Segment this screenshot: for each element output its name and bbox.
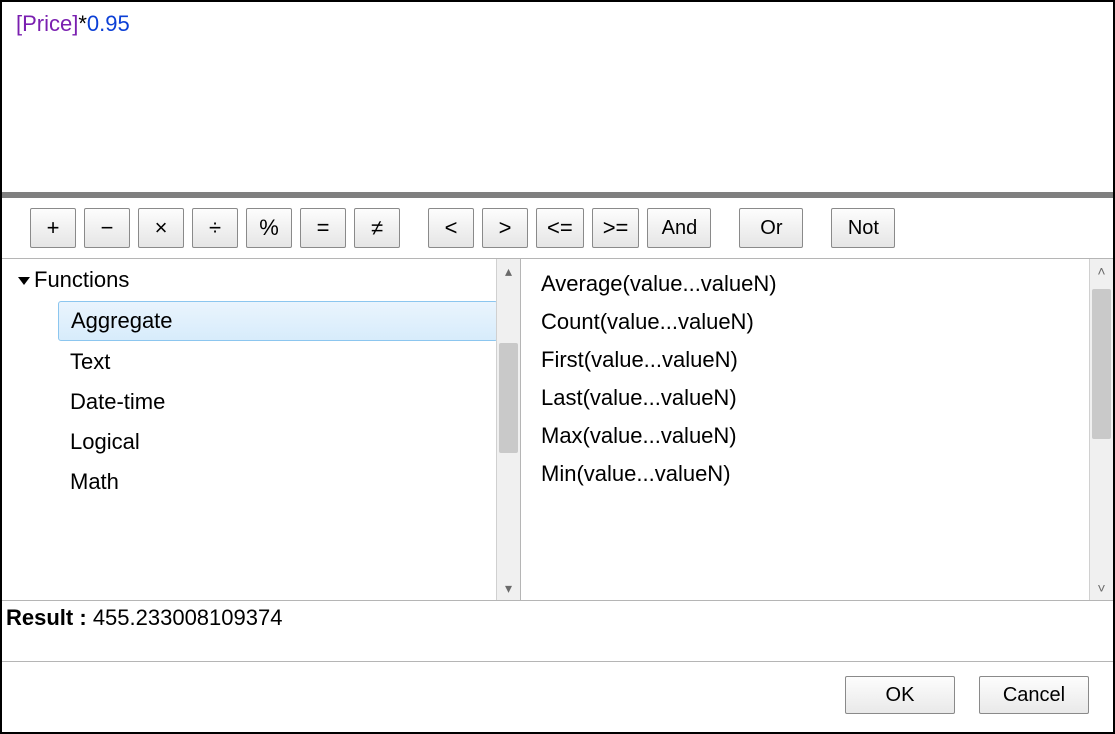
list-item[interactable]: Min(value...valueN) (537, 455, 1113, 493)
tree-item-math[interactable]: Math (58, 463, 498, 501)
category-tree[interactable]: Functions Aggregate Text Date-time Logic… (2, 259, 520, 600)
expression-editor-dialog: [Price]*0.95 + − × ÷ % = ≠ < > <= >= And… (0, 0, 1115, 734)
op-or-button[interactable]: Or (739, 208, 803, 248)
scroll-track[interactable] (1090, 283, 1113, 576)
scroll-thumb[interactable] (1092, 289, 1111, 439)
tree-root-functions[interactable]: Functions (18, 265, 520, 295)
expression-token-field: [Price] (16, 11, 78, 36)
cancel-button[interactable]: Cancel (979, 676, 1089, 714)
expression-input[interactable]: [Price]*0.95 (2, 2, 1113, 192)
list-item[interactable]: Last(value...valueN) (537, 379, 1113, 417)
tree-item-text[interactable]: Text (58, 343, 498, 381)
scroll-up-icon[interactable]: ˄ (1090, 259, 1113, 283)
op-minus-button[interactable]: − (84, 208, 130, 248)
list-item[interactable]: Count(value...valueN) (537, 303, 1113, 341)
scroll-down-icon[interactable]: ˅ (1090, 576, 1113, 600)
category-scrollbar[interactable]: ▴ ▾ (496, 259, 520, 600)
caret-down-icon (18, 277, 30, 285)
op-greater-equal-button[interactable]: >= (592, 208, 640, 248)
tree-item-aggregate[interactable]: Aggregate (58, 301, 498, 341)
tree-item-date-time[interactable]: Date-time (58, 383, 498, 421)
op-less-button[interactable]: < (428, 208, 474, 248)
result-value: 455.233008109374 (93, 605, 283, 630)
scroll-down-icon[interactable]: ▾ (497, 576, 520, 600)
category-tree-pane: Functions Aggregate Text Date-time Logic… (2, 259, 521, 600)
result-label: Result : (6, 605, 87, 630)
op-modulo-button[interactable]: % (246, 208, 292, 248)
op-divide-button[interactable]: ÷ (192, 208, 238, 248)
function-list-pane: Average(value...valueN) Count(value...va… (521, 259, 1113, 600)
function-list[interactable]: Average(value...valueN) Count(value...va… (521, 259, 1113, 600)
expression-token-operator: * (78, 11, 87, 36)
op-plus-button[interactable]: + (30, 208, 76, 248)
tree-item-logical[interactable]: Logical (58, 423, 498, 461)
ok-button[interactable]: OK (845, 676, 955, 714)
op-equal-button[interactable]: = (300, 208, 346, 248)
result-row: Result : 455.233008109374 (2, 600, 1113, 661)
list-item[interactable]: Max(value...valueN) (537, 417, 1113, 455)
tree-children: Aggregate Text Date-time Logical Math (18, 295, 520, 501)
op-not-equal-button[interactable]: ≠ (354, 208, 400, 248)
list-item[interactable]: Average(value...valueN) (537, 265, 1113, 303)
op-greater-button[interactable]: > (482, 208, 528, 248)
op-less-equal-button[interactable]: <= (536, 208, 584, 248)
scroll-up-icon[interactable]: ▴ (497, 259, 520, 283)
operator-toolbar: + − × ÷ % = ≠ < > <= >= And Or Not (2, 198, 1113, 258)
op-and-button[interactable]: And (647, 208, 711, 248)
scroll-thumb[interactable] (499, 343, 518, 453)
scroll-track[interactable] (497, 283, 520, 576)
function-scrollbar[interactable]: ˄ ˅ (1089, 259, 1113, 600)
dialog-footer: OK Cancel (2, 661, 1113, 732)
panes: Functions Aggregate Text Date-time Logic… (2, 258, 1113, 600)
op-not-button[interactable]: Not (831, 208, 895, 248)
tree-root-label: Functions (34, 267, 129, 293)
expression-token-number: 0.95 (87, 11, 130, 36)
op-multiply-button[interactable]: × (138, 208, 184, 248)
list-item[interactable]: First(value...valueN) (537, 341, 1113, 379)
